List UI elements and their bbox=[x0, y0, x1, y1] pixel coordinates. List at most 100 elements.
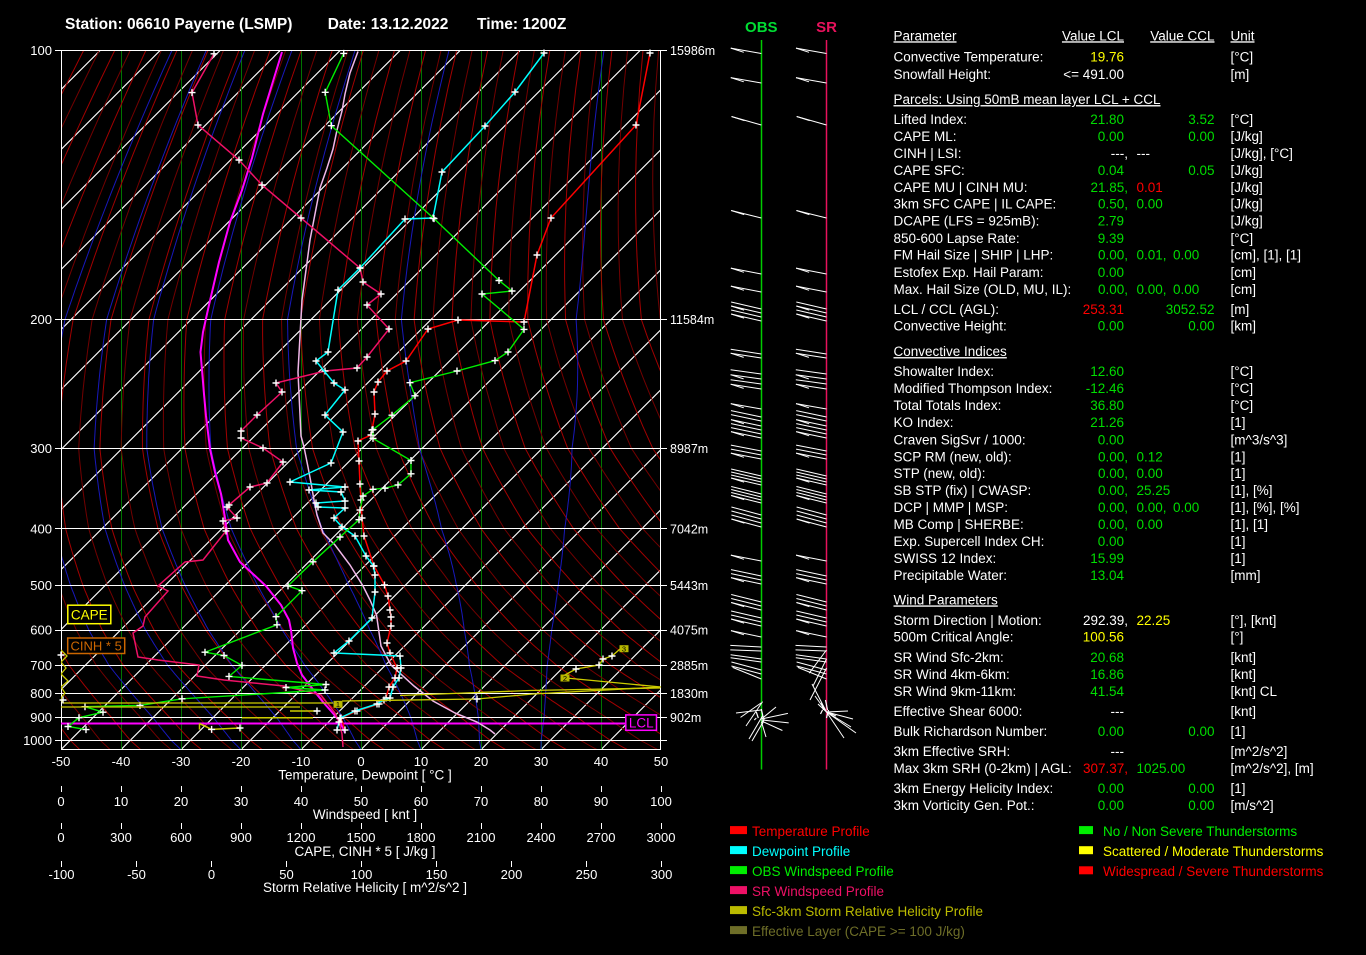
svg-text:LCL / CCL (AGL):: LCL / CCL (AGL): bbox=[894, 302, 1000, 317]
svg-text:0.00: 0.00 bbox=[1173, 282, 1199, 297]
svg-text:[1]: [1] bbox=[1231, 781, 1246, 796]
svg-text:CAPE ML:: CAPE ML: bbox=[894, 129, 957, 144]
svg-text:[cm]: [cm] bbox=[1231, 282, 1257, 297]
svg-text:[1]: [1] bbox=[1231, 724, 1246, 739]
svg-text:[°C]: [°C] bbox=[1231, 112, 1254, 127]
svg-text:FM Hail Size | SHIP | LHP:: FM Hail Size | SHIP | LHP: bbox=[894, 248, 1054, 263]
svg-text:Bulk Richardson Number:: Bulk Richardson Number: bbox=[894, 724, 1048, 739]
svg-text:0.00: 0.00 bbox=[1137, 466, 1163, 481]
svg-text:Exp. Supercell Index CH:: Exp. Supercell Index CH: bbox=[894, 534, 1045, 549]
svg-text:SWISS 12 Index:: SWISS 12 Index: bbox=[894, 551, 997, 566]
svg-text:Scattered / Moderate Thunderst: Scattered / Moderate Thunderstorms bbox=[1103, 844, 1324, 859]
svg-text:902m: 902m bbox=[670, 711, 701, 725]
svg-text:300: 300 bbox=[651, 867, 673, 882]
svg-text:0.00,: 0.00, bbox=[1137, 282, 1167, 297]
svg-text:0.00: 0.00 bbox=[1137, 517, 1163, 532]
svg-text:Widespread / Severe Thundersto: Widespread / Severe Thunderstorms bbox=[1103, 864, 1324, 879]
svg-text:0.00: 0.00 bbox=[1098, 319, 1124, 334]
svg-text:[°C]: [°C] bbox=[1231, 50, 1254, 65]
svg-text:[knt]: [knt] bbox=[1231, 667, 1257, 682]
svg-text:900: 900 bbox=[230, 830, 252, 845]
svg-text:DCP | MMP | MSP:: DCP | MMP | MSP: bbox=[894, 500, 1009, 515]
svg-text:0.00,: 0.00, bbox=[1098, 282, 1128, 297]
svg-text:OBS Windspeed Profile: OBS Windspeed Profile bbox=[752, 864, 894, 879]
svg-text:Parcels: Using 50mB mean layer: Parcels: Using 50mB mean layer LCL + CCL bbox=[894, 92, 1161, 107]
svg-text:100: 100 bbox=[650, 794, 672, 809]
svg-text:0.01,: 0.01, bbox=[1137, 248, 1167, 263]
svg-text:DCAPE (LFS = 925mB):: DCAPE (LFS = 925mB): bbox=[894, 214, 1040, 229]
svg-text:5443m: 5443m bbox=[670, 579, 708, 593]
svg-text:50: 50 bbox=[654, 754, 668, 769]
svg-text:LCL: LCL bbox=[629, 715, 654, 730]
svg-text:1000: 1000 bbox=[23, 733, 52, 748]
svg-text:[J/kg]: [J/kg] bbox=[1231, 180, 1263, 195]
svg-text:22.25: 22.25 bbox=[1137, 613, 1171, 628]
svg-text:[1], [1]: [1], [1] bbox=[1231, 517, 1269, 532]
svg-text:90: 90 bbox=[594, 794, 608, 809]
svg-text:Storm Relative Helicity [ m^2: Storm Relative Helicity [ m^2/s^2 ] bbox=[263, 880, 467, 895]
svg-text:SB STP (fix) | CWASP:: SB STP (fix) | CWASP: bbox=[894, 483, 1032, 498]
svg-text:Snowfall Height:: Snowfall Height: bbox=[894, 67, 992, 82]
svg-text:200: 200 bbox=[30, 312, 52, 327]
svg-text:Effective Layer (CAPE >= 100 J: Effective Layer (CAPE >= 100 J/kg) bbox=[752, 924, 965, 939]
svg-text:0.12: 0.12 bbox=[1137, 449, 1163, 464]
svg-text:40: 40 bbox=[294, 794, 308, 809]
svg-text:292.39,: 292.39, bbox=[1083, 613, 1128, 628]
svg-text:[cm]: [cm] bbox=[1231, 265, 1257, 280]
svg-text:3000: 3000 bbox=[647, 830, 676, 845]
svg-text:Precipitable Water:: Precipitable Water: bbox=[894, 568, 1008, 583]
svg-text:0.00: 0.00 bbox=[1098, 432, 1124, 447]
svg-text:[m]: [m] bbox=[1231, 302, 1250, 317]
svg-text:SR Wind Sfc-2km:: SR Wind Sfc-2km: bbox=[894, 650, 1004, 665]
svg-text:0.00: 0.00 bbox=[1098, 798, 1124, 813]
svg-text:307.37,: 307.37, bbox=[1083, 761, 1128, 776]
svg-text:200: 200 bbox=[501, 867, 523, 882]
svg-text:0.00: 0.00 bbox=[1188, 798, 1214, 813]
svg-text:0.00,: 0.00, bbox=[1137, 500, 1167, 515]
svg-text:400: 400 bbox=[30, 521, 52, 536]
svg-text:Unit: Unit bbox=[1231, 28, 1255, 43]
svg-text:Convective Indices: Convective Indices bbox=[894, 344, 1008, 359]
svg-text:9.39: 9.39 bbox=[1098, 231, 1124, 246]
svg-text:1025.00: 1025.00 bbox=[1137, 761, 1186, 776]
svg-text:0.00: 0.00 bbox=[1188, 319, 1214, 334]
svg-text:0.00: 0.00 bbox=[1188, 129, 1214, 144]
svg-text:[J/kg]: [J/kg] bbox=[1231, 197, 1263, 212]
svg-text:3.52: 3.52 bbox=[1188, 112, 1214, 127]
svg-text:250: 250 bbox=[576, 867, 598, 882]
svg-text:8987m: 8987m bbox=[670, 442, 708, 456]
svg-text:KO Index:: KO Index: bbox=[894, 415, 954, 430]
svg-text:-50: -50 bbox=[127, 867, 146, 882]
svg-text:[mm]: [mm] bbox=[1231, 568, 1261, 583]
svg-text:3km Energy Helicity Index:: 3km Energy Helicity Index: bbox=[894, 781, 1054, 796]
svg-text:30: 30 bbox=[534, 754, 548, 769]
svg-text:Sfc-3km Storm Relative Helicit: Sfc-3km Storm Relative Helicity Profile bbox=[752, 904, 983, 919]
svg-text:[1]: [1] bbox=[1231, 551, 1246, 566]
svg-text:0.00,: 0.00, bbox=[1098, 517, 1128, 532]
svg-text:MB Comp | SHERBE:: MB Comp | SHERBE: bbox=[894, 517, 1024, 532]
svg-text:800: 800 bbox=[30, 686, 52, 701]
svg-text:36.80: 36.80 bbox=[1090, 398, 1124, 413]
svg-text:25.25: 25.25 bbox=[1137, 483, 1171, 498]
svg-text:0.01: 0.01 bbox=[1137, 180, 1163, 195]
svg-text:[m^3/s^3]: [m^3/s^3] bbox=[1231, 432, 1288, 447]
svg-text:Value CCL: Value CCL bbox=[1150, 28, 1215, 43]
svg-text:OBS: OBS bbox=[745, 19, 778, 36]
svg-text:0: 0 bbox=[57, 794, 64, 809]
svg-text:[1]: [1] bbox=[1231, 534, 1246, 549]
svg-text:Modified Thompson Index:: Modified Thompson Index: bbox=[894, 381, 1053, 396]
svg-text:0.00: 0.00 bbox=[1098, 534, 1124, 549]
svg-text:300: 300 bbox=[110, 830, 132, 845]
svg-text:2: 2 bbox=[563, 674, 567, 683]
svg-text:<= 491.00: <= 491.00 bbox=[1063, 67, 1124, 82]
svg-text:[°C]: [°C] bbox=[1231, 398, 1254, 413]
svg-text:100: 100 bbox=[30, 43, 52, 58]
svg-text:19.76: 19.76 bbox=[1090, 50, 1124, 65]
svg-text:0.00,: 0.00, bbox=[1098, 466, 1128, 481]
svg-text:Max 3km SRH (0-2km) | AGL:: Max 3km SRH (0-2km) | AGL: bbox=[894, 761, 1072, 776]
svg-text:-30: -30 bbox=[172, 754, 191, 769]
svg-text:SR Wind 4km-6km:: SR Wind 4km-6km: bbox=[894, 667, 1010, 682]
svg-text:[J/kg]: [J/kg] bbox=[1231, 214, 1263, 229]
svg-text:[knt]: [knt] bbox=[1231, 650, 1257, 665]
svg-text:SR: SR bbox=[816, 19, 837, 36]
